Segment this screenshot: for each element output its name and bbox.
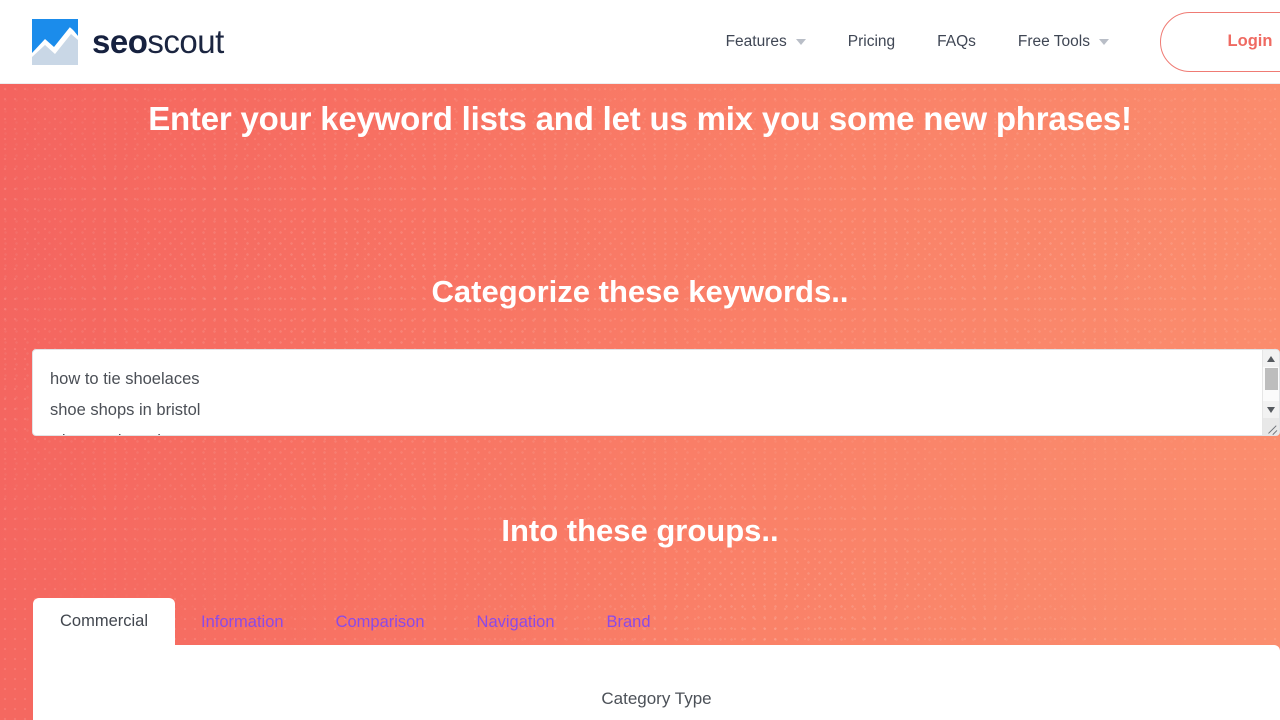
scrollbar-up-arrow-icon[interactable] — [1263, 350, 1280, 367]
page-title: Enter your keyword lists and let us mix … — [0, 100, 1280, 138]
brand-wordmark: seoscout — [92, 25, 224, 58]
chevron-down-icon — [1099, 39, 1109, 45]
chevron-down-icon — [796, 39, 806, 45]
brand-text-scout: scout — [147, 25, 223, 58]
brand-text-seo: seo — [92, 25, 147, 58]
tab-brand[interactable]: Brand — [581, 600, 677, 646]
tab-commercial[interactable]: Commercial — [33, 598, 175, 646]
scrollbar-down-arrow-icon[interactable] — [1263, 401, 1280, 418]
tab-information[interactable]: Information — [175, 600, 310, 646]
groups-section-title: Into these groups.. — [0, 513, 1280, 549]
nav-item-faqs[interactable]: FAQs — [916, 33, 997, 51]
tab-panel-commercial: Category Type — [33, 645, 1280, 720]
nav-label-pricing: Pricing — [848, 33, 895, 51]
tab-comparison[interactable]: Comparison — [310, 600, 451, 646]
keywords-textarea-value[interactable]: how to tie shoelaces shoe shops in brist… — [33, 350, 1262, 435]
brand-logo[interactable]: seoscout — [32, 19, 224, 65]
nav-item-pricing[interactable]: Pricing — [827, 33, 916, 51]
tab-label-brand: Brand — [607, 613, 651, 631]
keywords-section-title: Categorize these keywords.. — [0, 274, 1280, 310]
keywords-textarea[interactable]: how to tie shoelaces shoe shops in brist… — [32, 349, 1280, 436]
tab-label-information: Information — [201, 613, 284, 631]
nav-item-features[interactable]: Features — [705, 33, 827, 51]
site-header: seoscout Features Pricing FAQs Free Tool… — [0, 0, 1280, 84]
category-tabs: Commercial Information Comparison Naviga… — [33, 592, 1280, 645]
page-root: seoscout Features Pricing FAQs Free Tool… — [0, 0, 1280, 720]
tab-label-navigation: Navigation — [477, 613, 555, 631]
tab-navigation[interactable]: Navigation — [451, 600, 581, 646]
resize-grip-icon[interactable] — [1263, 418, 1280, 435]
tab-label-comparison: Comparison — [336, 613, 425, 631]
category-type-label: Category Type — [33, 645, 1280, 709]
login-button-label: Login — [1228, 32, 1273, 51]
seoscout-mountain-logo-icon — [32, 19, 78, 65]
hero-section: Enter your keyword lists and let us mix … — [0, 84, 1280, 720]
tab-label-commercial: Commercial — [60, 612, 148, 630]
scrollbar-thumb[interactable] — [1265, 368, 1278, 390]
nav-label-free-tools: Free Tools — [1018, 33, 1090, 51]
nav-item-free-tools[interactable]: Free Tools — [997, 33, 1130, 51]
main-navigation: Features Pricing FAQs Free Tools Login — [705, 12, 1280, 72]
login-button[interactable]: Login — [1160, 12, 1280, 72]
nav-label-faqs: FAQs — [937, 33, 976, 51]
keywords-textarea-scrollbar[interactable] — [1262, 350, 1279, 435]
nav-label-features: Features — [726, 33, 787, 51]
